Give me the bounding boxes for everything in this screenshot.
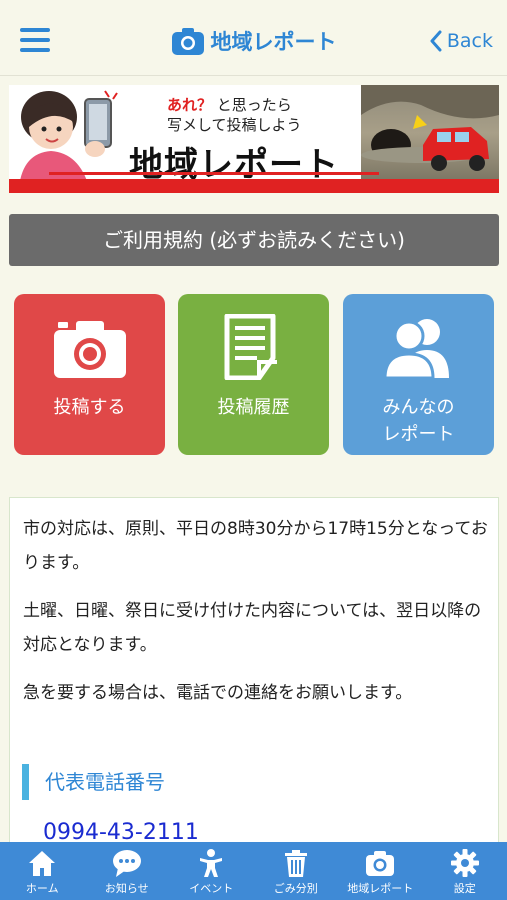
- chevron-left-icon: [430, 30, 442, 52]
- app-header: 地域レポート Back: [0, 0, 507, 76]
- everyone-reports-button[interactable]: みんなの レポート: [343, 294, 494, 455]
- chat-icon: [112, 850, 141, 877]
- history-label: 投稿履歴: [217, 397, 290, 418]
- post-label: 投稿する: [53, 397, 126, 418]
- everyone-label-line2: レポート: [382, 424, 455, 445]
- banner-photo: [361, 85, 499, 181]
- home-icon: [29, 851, 56, 876]
- tab-region-report[interactable]: 地域レポート: [338, 842, 423, 900]
- document-icon: [224, 314, 277, 380]
- post-report-button[interactable]: 投稿する: [14, 294, 165, 455]
- bottom-tab-bar: ホーム お知らせ イベント ごみ分別 地域レポート 設定: [0, 842, 507, 900]
- info-card: 市の対応は、原則、平日の8時30分から17時15分となっております。 土曜、日曜…: [9, 497, 499, 857]
- camera-icon: [53, 321, 126, 378]
- tab-settings[interactable]: 設定: [423, 842, 507, 900]
- post-history-button[interactable]: 投稿履歴: [178, 294, 329, 455]
- tab-notices[interactable]: お知らせ: [85, 842, 170, 900]
- everyone-label-line1: みんなの: [382, 397, 455, 418]
- info-paragraph-hours: 市の対応は、原則、平日の8時30分から17時15分となっております。: [23, 519, 488, 573]
- tab-home[interactable]: ホーム: [0, 842, 85, 900]
- gear-icon: [450, 849, 479, 877]
- trash-icon: [284, 850, 307, 877]
- tab-events[interactable]: イベント: [169, 842, 254, 900]
- camera-icon: [366, 851, 395, 876]
- terms-button[interactable]: ご利用規約 (必ずお読みください): [9, 214, 499, 266]
- banner-tagline: あれ？ と思ったら 写メして投稿しよう: [167, 96, 302, 134]
- banner-underline: [49, 172, 379, 175]
- camera-icon: [171, 28, 204, 55]
- banner-red-bar: [9, 179, 499, 193]
- fallen-rock-car-illustration: [361, 85, 499, 171]
- person-icon: [200, 849, 223, 877]
- info-paragraph-weekend: 土曜、日曜、祭日に受け付けた内容については、翌日以降の対応となります。: [23, 601, 482, 655]
- region-report-banner: あれ？ と思ったら 写メして投稿しよう 地域レポート: [9, 85, 499, 193]
- page-title-text: 地域レポート: [210, 30, 337, 54]
- back-button[interactable]: Back: [429, 30, 493, 52]
- info-paragraph-urgent: 急を要する場合は、電話での連絡をお願いします。: [23, 683, 413, 703]
- users-icon: [382, 319, 449, 380]
- section-title-phone: 代表電話番号: [22, 764, 165, 800]
- back-label: Back: [446, 30, 493, 52]
- tab-garbage[interactable]: ごみ分別: [254, 842, 339, 900]
